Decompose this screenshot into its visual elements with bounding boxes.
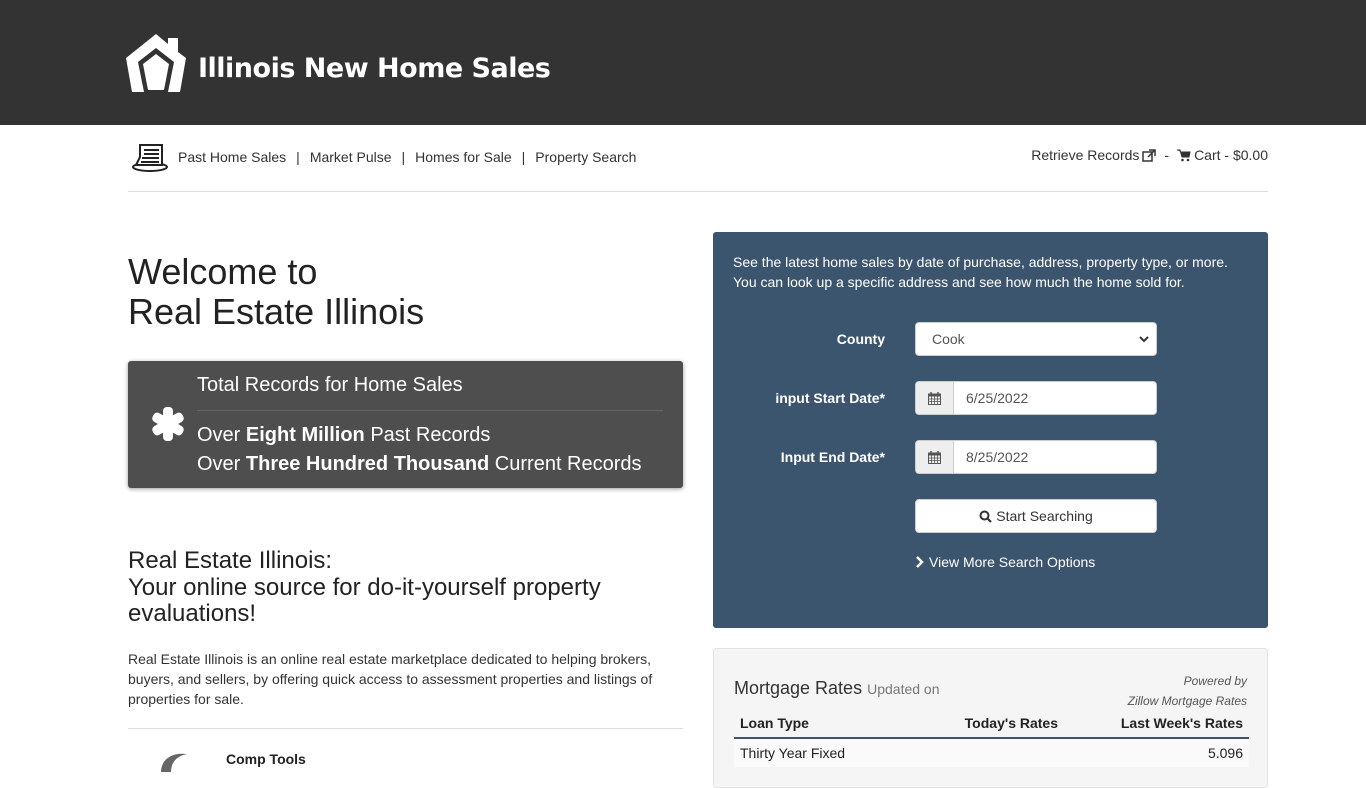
start-date-calendar-button[interactable] bbox=[916, 382, 954, 414]
nav-link-past-home-sales[interactable]: Past Home Sales bbox=[178, 149, 286, 165]
cart-icon bbox=[1177, 149, 1191, 161]
records-title: Total Records for Home Sales bbox=[197, 374, 463, 396]
section-divider bbox=[128, 728, 683, 729]
cart-link[interactable]: Cart - $0.00 bbox=[1177, 147, 1268, 163]
todays-rate-cell bbox=[934, 738, 1064, 767]
house-logo-icon bbox=[126, 34, 186, 92]
last-week-rate-cell: 5.096 bbox=[1064, 738, 1249, 767]
zillow-mortgage-rates-link[interactable]: Zillow Mortgage Rates bbox=[1128, 694, 1247, 708]
county-selected-value: Cook bbox=[932, 331, 965, 347]
tagline-heading: Real Estate Illinois: Your online source… bbox=[128, 547, 628, 628]
start-date-field[interactable]: 6/25/2022 bbox=[915, 381, 1157, 415]
column-header-loan-type: Loan Type bbox=[734, 711, 934, 739]
end-date-calendar-button[interactable] bbox=[916, 441, 954, 473]
end-date-field[interactable]: 8/25/2022 bbox=[915, 440, 1157, 474]
powered-by: Powered by Zillow Mortgage Rates bbox=[1127, 674, 1247, 708]
past-records-line: Over Eight Million Past Records bbox=[197, 424, 491, 446]
asterisk-icon bbox=[152, 407, 184, 441]
nav-link-property-search[interactable]: Property Search bbox=[535, 149, 636, 165]
mortgage-rates-table: Loan Type Today's Rates Last Week's Rate… bbox=[734, 711, 1249, 767]
view-more-search-options-label: View More Search Options bbox=[929, 554, 1096, 570]
nav-link-homes-for-sale[interactable]: Homes for Sale bbox=[415, 149, 511, 165]
site-title: Illinois New Home Sales bbox=[198, 52, 551, 84]
cart-label: Cart - $0.00 bbox=[1194, 147, 1268, 163]
loan-type-cell: Thirty Year Fixed bbox=[734, 738, 934, 767]
total-records-panel: Total Records for Home Sales Over Eight … bbox=[128, 361, 683, 488]
start-date-label: input Start Date* bbox=[775, 390, 885, 406]
end-date-input[interactable]: 8/25/2022 bbox=[954, 441, 1156, 473]
records-divider bbox=[197, 410, 663, 411]
tagline-line-2: Your online source for do-it-yourself pr… bbox=[128, 573, 601, 627]
comp-tools-icon bbox=[161, 753, 187, 772]
search-icon bbox=[979, 510, 993, 523]
tagline-line-1: Real Estate Illinois: bbox=[128, 547, 333, 574]
search-intro: See the latest home sales by date of pur… bbox=[733, 254, 1228, 290]
table-row: Thirty Year Fixed 5.096 bbox=[734, 738, 1249, 767]
mortgage-rates-panel: Mortgage Rates Updated on Powered by Zil… bbox=[713, 648, 1268, 788]
end-date-label: Input End Date* bbox=[780, 449, 885, 465]
chevron-right-icon bbox=[916, 556, 924, 568]
calendar-icon bbox=[928, 391, 941, 405]
site-logo[interactable]: Illinois New Home Sales bbox=[122, 32, 551, 94]
county-label: County bbox=[836, 331, 885, 347]
top-navigation: Past Home Sales | Market Pulse | Homes f… bbox=[128, 125, 1268, 192]
county-select[interactable]: Cook bbox=[915, 322, 1157, 356]
chevron-down-icon bbox=[1139, 336, 1149, 343]
view-more-search-options-link[interactable]: View More Search Options bbox=[915, 554, 1095, 570]
comp-tools-title: Comp Tools bbox=[226, 751, 306, 767]
mortgage-updated-label: Updated on bbox=[867, 681, 940, 697]
nav-dash: - bbox=[1164, 147, 1170, 163]
start-searching-label: Start Searching bbox=[996, 508, 1093, 524]
column-header-last-weeks-rates: Last Week's Rates bbox=[1064, 711, 1249, 739]
about-paragraph: Real Estate Illinois is an online real e… bbox=[128, 651, 653, 707]
welcome-line-1: Welcome to bbox=[128, 251, 318, 292]
mortgage-rates-title: Mortgage Rates Updated on bbox=[734, 678, 940, 698]
external-link-icon bbox=[1142, 148, 1157, 162]
welcome-heading: Welcome to Real Estate Illinois bbox=[128, 252, 424, 332]
nav-link-market-pulse[interactable]: Market Pulse bbox=[310, 149, 392, 165]
nav-separator: | bbox=[521, 149, 526, 165]
nav-separator: | bbox=[401, 149, 406, 165]
start-searching-button[interactable]: Start Searching bbox=[915, 499, 1157, 533]
start-date-input[interactable]: 6/25/2022 bbox=[954, 382, 1156, 414]
home-sales-search-panel: See the latest home sales by date of pur… bbox=[713, 232, 1268, 628]
current-records-line: Over Three Hundred Thousand Current Reco… bbox=[197, 453, 642, 475]
records-document-icon bbox=[132, 144, 168, 172]
retrieve-records-label: Retrieve Records bbox=[1031, 147, 1140, 163]
retrieve-records-link[interactable]: Retrieve Records bbox=[1031, 147, 1157, 163]
nav-separator: | bbox=[296, 149, 300, 165]
table-header-row: Loan Type Today's Rates Last Week's Rate… bbox=[734, 711, 1249, 739]
column-header-todays-rates: Today's Rates bbox=[934, 711, 1064, 739]
site-header: Illinois New Home Sales bbox=[0, 0, 1366, 125]
calendar-icon bbox=[928, 450, 941, 464]
welcome-line-2: Real Estate Illinois bbox=[128, 291, 425, 332]
